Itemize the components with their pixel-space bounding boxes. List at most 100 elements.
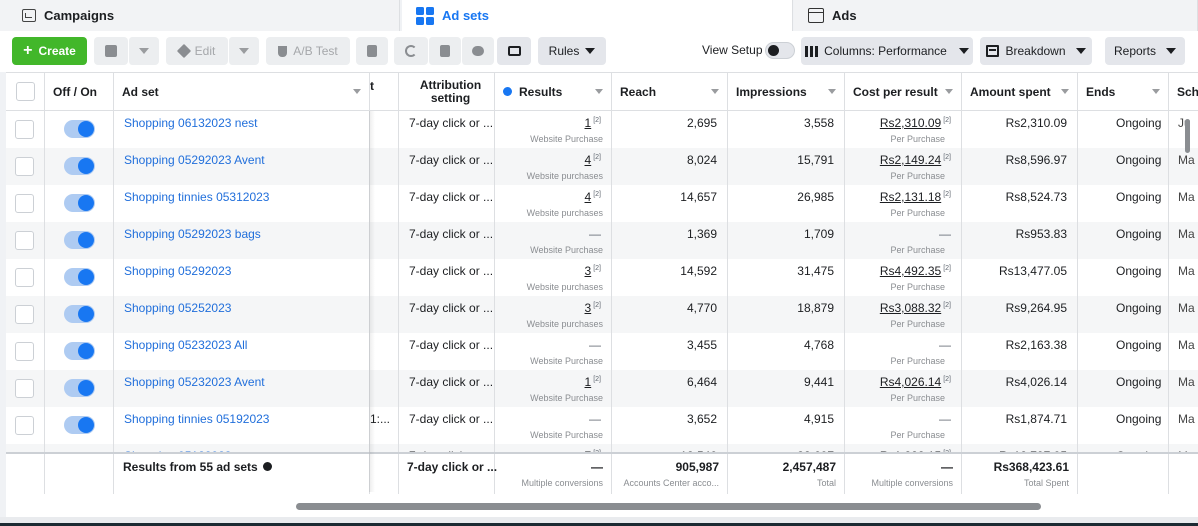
tab-ads[interactable]: Ads <box>794 0 1198 31</box>
view-setup-toggle[interactable] <box>765 42 795 59</box>
row-checkbox[interactable] <box>15 268 34 287</box>
select-all-checkbox[interactable] <box>16 82 35 101</box>
ab-test-button[interactable]: A/B Test <box>266 37 350 65</box>
attribution-value: 7-day click or ... <box>409 264 494 278</box>
row-checkbox[interactable] <box>15 231 34 250</box>
ad-set-name-link[interactable]: Shopping 05292023 bags <box>124 227 261 241</box>
ends-value: Ongoing <box>1116 190 1162 204</box>
table-row[interactable]: Shopping 05292023 Avent 7-day click or ..… <box>6 148 1198 185</box>
header-impressions[interactable]: Impressions <box>728 73 845 111</box>
results-value[interactable]: 1 [2] <box>585 116 601 130</box>
preview-button[interactable] <box>497 37 531 65</box>
ad-set-toggle[interactable] <box>64 379 95 397</box>
table-row[interactable]: Shopping tinnies 05312023 7-day click or … <box>6 185 1198 222</box>
undo-button[interactable] <box>394 37 428 65</box>
campaign-folder-icon <box>22 9 36 22</box>
results-value[interactable]: 3 [2] <box>585 264 601 278</box>
cost-per-result-value[interactable]: Rs3,088.32 [2] <box>880 301 951 315</box>
delete-button[interactable] <box>428 37 461 65</box>
cost-per-result-sub: Per Purchase <box>890 208 945 218</box>
results-type: Website purchases <box>526 171 603 181</box>
edit-button[interactable]: Edit <box>166 37 228 65</box>
cell-cost-per-result: Rs2,149.24 [2] Per Purchase <box>845 148 962 185</box>
cell-cost-per-result: Rs4,026.14 [2] Per Purchase <box>845 370 962 407</box>
create-button[interactable]: + Create <box>12 37 87 65</box>
results-value[interactable]: 4 [2] <box>585 153 601 167</box>
table-row[interactable]: Shopping 05292023 7-day click or ... 3 [2] W… <box>6 259 1198 296</box>
cell-results: 4 [2] Website purchases <box>495 185 612 222</box>
cost-per-result-value[interactable]: Rs2,310.09 [2] <box>880 116 951 130</box>
tab-ad-sets[interactable]: Ad sets <box>402 0 793 31</box>
cell-reach: 3,455 <box>612 333 728 370</box>
reports-dropdown[interactable]: Reports <box>1105 37 1185 65</box>
edit-label: Edit <box>194 44 216 58</box>
ad-set-toggle[interactable] <box>64 305 95 323</box>
row-checkbox[interactable] <box>15 194 34 213</box>
duplicate-dropdown-button[interactable] <box>128 37 159 65</box>
header-reach[interactable]: Reach <box>612 73 728 111</box>
ad-set-name-link[interactable]: Shopping 05232023 Avent <box>124 375 265 389</box>
ad-set-name-link[interactable]: Shopping tinnies 05312023 <box>124 190 269 204</box>
header-results[interactable]: Results <box>495 73 612 111</box>
row-checkbox[interactable] <box>15 305 34 324</box>
header-ends[interactable]: Ends <box>1078 73 1169 111</box>
header-cost-per-result[interactable]: Cost per result <box>845 73 962 111</box>
ad-set-toggle[interactable] <box>64 416 95 434</box>
results-value[interactable]: 4 [2] <box>585 190 601 204</box>
row-checkbox[interactable] <box>15 157 34 176</box>
sort-icon <box>828 89 836 94</box>
ad-set-toggle[interactable] <box>64 268 95 286</box>
ad-set-toggle[interactable] <box>64 120 95 138</box>
schedule-value: Ma <box>1178 153 1195 167</box>
cost-per-result-value[interactable]: Rs2,149.24 [2] <box>880 153 951 167</box>
ad-set-toggle[interactable] <box>64 231 95 249</box>
breakdown-dropdown[interactable]: Breakdown <box>980 37 1092 65</box>
row-checkbox[interactable] <box>15 416 34 435</box>
table-row[interactable]: Shopping 05252023 7-day click or ... 3 [2] W… <box>6 296 1198 333</box>
footer-results-sub: Multiple conversions <box>521 478 603 488</box>
row-checkbox[interactable] <box>15 342 34 361</box>
footer-reach: 905,987 Accounts Center acco... <box>612 454 728 494</box>
duplicate-button[interactable] <box>94 37 128 65</box>
ad-set-name-link[interactable]: Shopping tinnies 05192023 <box>124 412 269 426</box>
tab-campaigns[interactable]: Campaigns <box>0 0 400 31</box>
vertical-scrollbar[interactable] <box>1185 119 1190 153</box>
ad-set-name-link[interactable]: Shopping 05292023 Avent <box>124 153 265 167</box>
rules-button[interactable]: Rules <box>538 37 606 65</box>
cell-amount-spent: Rs2,310.09 <box>962 111 1078 148</box>
footer-cpr-sub: Multiple conversions <box>871 478 953 488</box>
ad-set-name-link[interactable]: Shopping 06132023 nest <box>124 116 257 130</box>
columns-dropdown[interactable]: Columns: Performance <box>801 37 973 65</box>
header-schedule[interactable]: Sch <box>1169 73 1198 111</box>
results-value[interactable]: 3 [2] <box>585 301 601 315</box>
table-row[interactable]: Shopping 05292023 bags 7-day click or ...… <box>6 222 1198 259</box>
table-row[interactable]: Shopping tinnies 05192023 1:... 7-day clic… <box>6 407 1198 444</box>
ad-set-name-link[interactable]: Shopping 05232023 All <box>124 338 247 352</box>
ad-set-name-link[interactable]: Shopping 05292023 <box>124 264 231 278</box>
header-ad-set[interactable]: Ad set <box>114 73 370 111</box>
table-row[interactable]: Shopping 05232023 Avent 7-day click or ..… <box>6 370 1198 407</box>
edit-dropdown-button[interactable] <box>228 37 259 65</box>
header-attribution-setting[interactable]: Attribution setting <box>399 73 495 111</box>
horizontal-scrollbar[interactable] <box>296 503 1041 510</box>
ad-set-toggle[interactable] <box>64 194 95 212</box>
cost-per-result-value[interactable]: Rs4,026.14 [2] <box>880 375 951 389</box>
cell-impressions: 26,985 <box>728 185 845 222</box>
audience-button[interactable] <box>461 37 494 65</box>
cell-ends: Ongoing <box>1078 185 1169 222</box>
cell-off-on <box>45 259 114 296</box>
table-row[interactable]: Shopping 05232023 All 7-day click or ... —… <box>6 333 1198 370</box>
row-checkbox[interactable] <box>15 120 34 139</box>
ad-set-toggle[interactable] <box>64 342 95 360</box>
cost-per-result-value[interactable]: Rs4,492.35 [2] <box>880 264 951 278</box>
clipboard-button[interactable] <box>356 37 388 65</box>
row-checkbox[interactable] <box>15 379 34 398</box>
table-row[interactable]: Shopping 06132023 nest 7-day click or ...… <box>6 111 1198 148</box>
ad-set-name-link[interactable]: Shopping 05252023 <box>124 301 231 315</box>
cell-impressions: 4,768 <box>728 333 845 370</box>
results-value[interactable]: 1 [2] <box>585 375 601 389</box>
cost-per-result-value[interactable]: Rs2,131.18 [2] <box>880 190 951 204</box>
header-amount-spent[interactable]: Amount spent <box>962 73 1078 111</box>
sort-icon <box>945 89 953 94</box>
ad-set-toggle[interactable] <box>64 157 95 175</box>
